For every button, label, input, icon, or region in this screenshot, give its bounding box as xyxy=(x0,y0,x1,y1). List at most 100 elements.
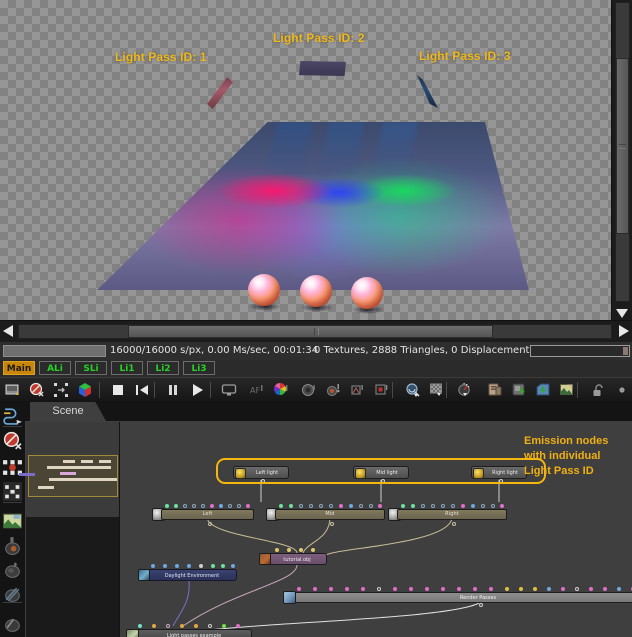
object-node-tutorial-obj[interactable]: tutorial.obj xyxy=(267,553,327,565)
lock-icon[interactable] xyxy=(589,380,609,400)
environment-node-daylight[interactable]: Daylight Environment xyxy=(147,569,237,581)
status-bar: 16000/16000 s/px, 0.00 Ms/sec, 00:01:34 … xyxy=(0,342,632,361)
tab-scene[interactable]: Scene xyxy=(30,402,106,421)
node-editor-minimap[interactable] xyxy=(26,422,120,517)
pass-tab-main[interactable]: Main xyxy=(3,361,35,375)
pause-render-icon[interactable] xyxy=(163,380,183,400)
hscroll-thumb[interactable] xyxy=(128,325,493,338)
node-editor-sidebar xyxy=(0,401,25,637)
node-editor-parameters-area xyxy=(26,517,120,637)
node-editor-panel: Scene xyxy=(0,401,632,637)
af-focus-icon[interactable]: AF xyxy=(247,380,267,400)
object-node-input-pins[interactable] xyxy=(267,548,327,553)
viewport-vertical-scrollbar[interactable] xyxy=(611,0,632,320)
note-line-2: with individual xyxy=(524,449,608,464)
restart-render-icon[interactable] xyxy=(132,380,152,400)
reset-nodes-icon[interactable] xyxy=(2,430,23,451)
minimap-viewport-frame[interactable] xyxy=(28,455,118,497)
material-node-right[interactable]: Right xyxy=(397,504,507,520)
image-settings-icon[interactable] xyxy=(557,380,577,400)
emission-node-thumbnail xyxy=(235,468,246,479)
output-pin[interactable] xyxy=(499,479,503,483)
material-node-mid[interactable]: Mid xyxy=(275,504,385,520)
note-line-3: Light Pass ID xyxy=(524,464,608,479)
environment-node-input-pins[interactable] xyxy=(147,564,237,569)
pass-tab-li3[interactable]: Li3 xyxy=(183,361,215,375)
output-pin[interactable] xyxy=(330,522,334,526)
octane-render-window: Light Pass ID: 1 Light Pass ID: 2 Light … xyxy=(0,0,632,637)
record-dot-icon[interactable] xyxy=(612,380,632,400)
resolution-icon[interactable] xyxy=(51,380,71,400)
light-beam-3 xyxy=(373,122,418,174)
save-image-icon[interactable] xyxy=(3,380,23,400)
viewport-horizontal-scrollbar[interactable] xyxy=(0,320,632,342)
lens-effects-icon[interactable] xyxy=(324,380,344,400)
material-icon[interactable] xyxy=(2,535,23,556)
output-pin[interactable] xyxy=(452,522,456,526)
sphere-3 xyxy=(351,277,383,309)
emitter-light-3 xyxy=(411,75,438,108)
misc-icon[interactable] xyxy=(2,613,23,634)
pass-tab-sli[interactable]: SLi xyxy=(75,361,107,375)
vscroll-thumb[interactable] xyxy=(616,58,629,234)
copy-icon[interactable] xyxy=(485,380,505,400)
stop-render-icon[interactable] xyxy=(108,380,128,400)
pick-material-icon[interactable] xyxy=(403,380,423,400)
geometry-icon[interactable] xyxy=(2,511,23,532)
svg-text:AF: AF xyxy=(250,386,260,395)
pass-tab-li1[interactable]: Li1 xyxy=(111,361,143,375)
emission-node-right-light[interactable]: Right light xyxy=(471,466,527,479)
emission-node-mid-light[interactable]: Mid light xyxy=(353,466,409,479)
reset-render-icon[interactable] xyxy=(27,380,47,400)
alpha-channel-icon[interactable] xyxy=(427,380,447,400)
sphere-1 xyxy=(248,274,280,306)
node-label: Mid xyxy=(275,509,385,520)
render-viewport[interactable]: Light Pass ID: 1 Light Pass ID: 2 Light … xyxy=(0,0,611,320)
light-passes-example-node[interactable]: Light passes example xyxy=(136,629,252,637)
light-passes-label: Light passes example xyxy=(137,630,251,637)
pass-tab-ali[interactable]: ALi xyxy=(39,361,71,375)
hscroll-right-arrow-icon[interactable] xyxy=(619,325,629,337)
ground-plane xyxy=(97,122,529,290)
monitor-icon[interactable] xyxy=(219,380,239,400)
white-balance-icon[interactable] xyxy=(455,380,475,400)
ungroup-nodes-icon[interactable] xyxy=(2,481,23,502)
render-stats-text: 16000/16000 s/px, 0.00 Ms/sec, 00:01:34 xyxy=(110,345,318,356)
play-render-icon[interactable] xyxy=(187,380,207,400)
emission-node-label: Mid light xyxy=(368,467,406,480)
node-graph-icon[interactable] xyxy=(2,404,23,425)
camera-response-icon[interactable] xyxy=(348,380,368,400)
output-pin[interactable] xyxy=(208,522,212,526)
material-node-left[interactable]: Left xyxy=(161,504,254,520)
vscroll-down-arrow-icon[interactable] xyxy=(616,309,628,318)
render-passes-output-pin[interactable] xyxy=(479,603,483,607)
light-passes-input-pins[interactable] xyxy=(136,624,252,629)
output-pin[interactable] xyxy=(261,479,265,483)
emission-node-label: Right light xyxy=(486,467,524,480)
emission-node-label: Left light xyxy=(248,467,286,480)
texture-icon[interactable] xyxy=(2,559,23,580)
annotation-note: Emission nodes with individual Light Pas… xyxy=(524,434,608,479)
render-passes-label: Render Passes xyxy=(294,593,632,602)
pass-tab-li2[interactable]: Li2 xyxy=(147,361,179,375)
render-passes-node[interactable]: Render Passes xyxy=(293,592,632,603)
hscroll-left-arrow-icon[interactable] xyxy=(3,325,13,337)
color-wheel-icon[interactable] xyxy=(271,380,291,400)
light-beam-2 xyxy=(318,122,363,177)
emitter-light-2 xyxy=(299,61,346,76)
node-editor-tabstrip: Scene xyxy=(25,401,632,421)
emission-icon[interactable] xyxy=(2,583,23,604)
rgb-cube-icon[interactable] xyxy=(75,380,95,400)
import-icon[interactable] xyxy=(533,380,553,400)
object-node-label: tutorial.obj xyxy=(268,554,326,564)
note-line-1: Emission nodes xyxy=(524,434,608,449)
node-label: Left xyxy=(161,509,254,520)
render-region-icon[interactable] xyxy=(372,380,392,400)
export-icon[interactable] xyxy=(509,380,529,400)
render-progress-bar xyxy=(3,345,106,357)
output-pin[interactable] xyxy=(381,479,385,483)
render-toolbar: AF xyxy=(0,377,632,401)
lens-icon[interactable] xyxy=(299,380,319,400)
render-passes-input-pins[interactable] xyxy=(293,587,632,592)
emission-node-left-light[interactable]: Left light xyxy=(233,466,289,479)
